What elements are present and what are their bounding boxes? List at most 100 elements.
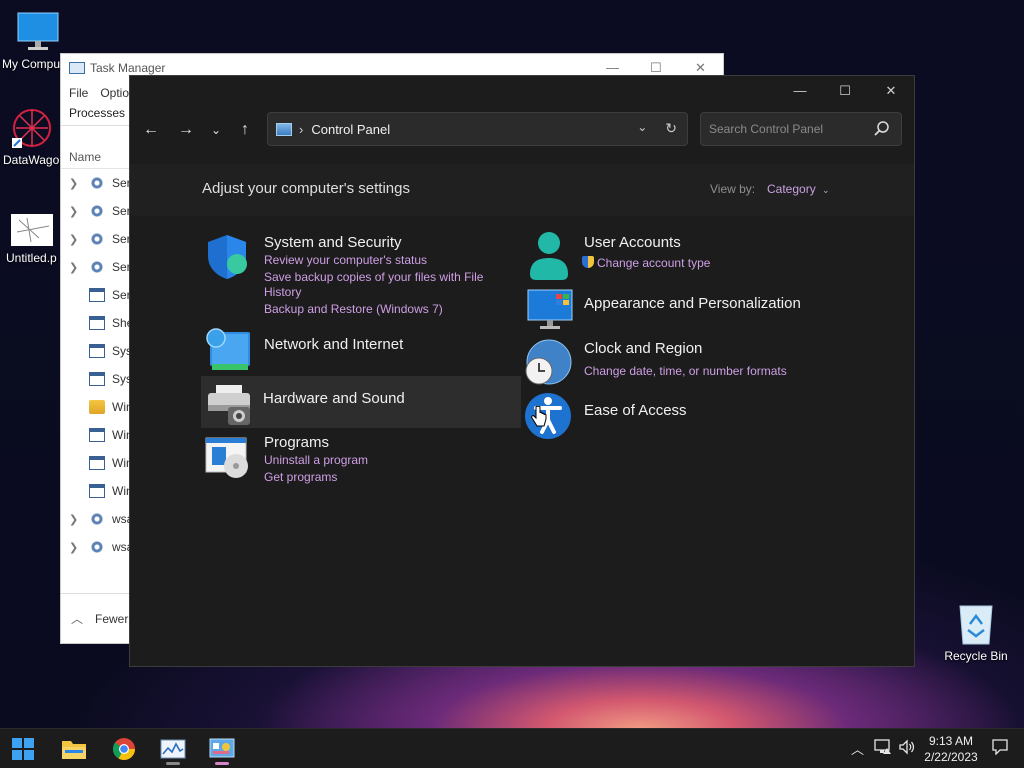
start-button[interactable] bbox=[5, 733, 41, 765]
window-icon bbox=[89, 428, 105, 442]
control-panel-titlebar[interactable]: — ☐ ✕ bbox=[130, 76, 914, 106]
gear-icon bbox=[89, 204, 105, 218]
tab-processes[interactable]: Processes bbox=[69, 106, 125, 120]
search-icon[interactable] bbox=[873, 120, 891, 143]
up-arrow-icon[interactable]: ↑ bbox=[233, 118, 257, 142]
category-title[interactable]: Network and Internet bbox=[264, 336, 403, 353]
clock-date: 2/22/2023 bbox=[924, 750, 978, 764]
category-ease-of-access: Ease of Access bbox=[522, 390, 822, 440]
image-file-icon bbox=[9, 212, 55, 248]
taskbar-control-panel[interactable] bbox=[204, 733, 240, 765]
ease-of-access-icon bbox=[522, 390, 572, 440]
minimize-icon[interactable]: — bbox=[606, 60, 619, 75]
link-backup-restore[interactable]: Backup and Restore (Windows 7) bbox=[264, 302, 443, 317]
link-change-account-type[interactable]: Change account type bbox=[582, 256, 710, 271]
chrome-icon bbox=[112, 738, 135, 760]
printer-icon bbox=[204, 377, 254, 427]
address-bar[interactable]: › Control Panel ⌄ ↻ bbox=[267, 112, 688, 146]
recent-locations-chevron-icon[interactable]: ⌄ bbox=[204, 118, 228, 142]
task-manager-icon bbox=[69, 62, 85, 74]
task-manager-title: Task Manager bbox=[90, 61, 166, 75]
category-title[interactable]: User Accounts bbox=[584, 234, 681, 251]
view-by-value: Category bbox=[767, 182, 816, 196]
chevron-right-icon[interactable]: ❯ bbox=[69, 205, 89, 218]
view-by-dropdown[interactable]: Category ⌄ bbox=[767, 182, 830, 196]
link-uninstall-program[interactable]: Uninstall a program bbox=[264, 453, 368, 468]
network-icon[interactable] bbox=[874, 739, 892, 758]
desktop-icon-untitled[interactable]: Untitled.p bbox=[0, 212, 64, 265]
taskbar-task-manager[interactable] bbox=[155, 733, 191, 765]
link-get-programs[interactable]: Get programs bbox=[264, 470, 337, 485]
search-box[interactable] bbox=[700, 112, 902, 146]
fewer-details-label: Fewer bbox=[95, 611, 129, 626]
maximize-icon[interactable]: ☐ bbox=[827, 80, 863, 102]
category-network-and-internet: Network and Internet bbox=[202, 326, 502, 376]
close-icon[interactable]: ✕ bbox=[873, 80, 909, 102]
taskbar: ︿ 9:13 AM 2/22/2023 bbox=[0, 728, 1024, 768]
personalization-monitor-icon bbox=[526, 288, 576, 338]
desktop-icon-datawagon[interactable]: DataWagon bbox=[0, 106, 66, 167]
breadcrumb-control-panel[interactable]: Control Panel bbox=[311, 122, 390, 137]
category-title[interactable]: Programs bbox=[264, 434, 329, 451]
notification-icon[interactable] bbox=[992, 739, 1008, 758]
navigation-bar: ← → ⌄ ↑ › Control Panel ⌄ ↻ bbox=[130, 112, 914, 148]
link-review-status[interactable]: Review your computer's status bbox=[264, 253, 427, 268]
desktop-icon-label: Untitled.p bbox=[6, 251, 57, 265]
page-title: Adjust your computer's settings bbox=[202, 180, 410, 197]
menu-options[interactable]: Optio bbox=[100, 86, 129, 100]
window-icon bbox=[89, 456, 105, 470]
show-hidden-icons-chevron-icon[interactable]: ︿ bbox=[851, 739, 864, 758]
shield-icon bbox=[202, 232, 252, 282]
desktop-icon-recycle-bin[interactable]: Recycle Bin bbox=[936, 602, 1016, 663]
breadcrumb-separator-icon[interactable]: › bbox=[299, 122, 303, 137]
taskbar-chrome[interactable] bbox=[106, 733, 142, 765]
uac-shield-icon bbox=[582, 256, 594, 268]
control-panel-window[interactable]: — ☐ ✕ ← → ⌄ ↑ › Control Panel ⌄ ↻ Adjust… bbox=[129, 75, 915, 667]
link-save-backup[interactable]: Save backup copies of your files with Fi… bbox=[264, 270, 483, 285]
chevron-right-icon[interactable]: ❯ bbox=[69, 513, 89, 526]
forward-arrow-icon[interactable]: → bbox=[174, 118, 198, 142]
category-title[interactable]: Ease of Access bbox=[584, 402, 687, 419]
control-panel-header: Adjust your computer's settings View by:… bbox=[130, 164, 914, 216]
category-title[interactable]: Appearance and Personalization bbox=[584, 295, 801, 312]
minimize-icon[interactable]: — bbox=[782, 80, 818, 102]
category-system-and-security: System and Security Review your computer… bbox=[202, 232, 502, 322]
network-globe-icon bbox=[202, 326, 252, 376]
category-title[interactable]: System and Security bbox=[264, 234, 402, 251]
back-arrow-icon[interactable]: ← bbox=[139, 118, 163, 142]
chevron-right-icon[interactable]: ❯ bbox=[69, 541, 89, 554]
windows-logo-icon bbox=[12, 738, 34, 760]
taskbar-file-explorer[interactable] bbox=[56, 733, 92, 765]
category-title[interactable]: Hardware and Sound bbox=[263, 390, 405, 407]
chevron-right-icon[interactable]: ❯ bbox=[69, 177, 89, 190]
desktop-icon-label: Recycle Bin bbox=[944, 649, 1008, 663]
link-save-backup-continued[interactable]: History bbox=[264, 285, 301, 300]
category-user-accounts: User Accounts Change account type bbox=[522, 232, 822, 282]
category-title[interactable]: Clock and Region bbox=[584, 340, 702, 357]
folder-icon bbox=[62, 741, 86, 759]
programs-icon bbox=[202, 432, 252, 482]
folder-icon bbox=[89, 400, 105, 414]
gear-icon bbox=[89, 176, 105, 190]
close-icon[interactable]: ✕ bbox=[695, 60, 706, 76]
taskbar-clock[interactable]: 9:13 AM 2/22/2023 bbox=[916, 733, 986, 765]
chevron-down-icon: ⌄ bbox=[822, 185, 830, 195]
menu-file[interactable]: File bbox=[69, 86, 88, 100]
category-hardware-and-sound[interactable]: Hardware and Sound bbox=[201, 376, 521, 428]
address-dropdown-chevron-icon[interactable]: ⌄ bbox=[637, 120, 647, 137]
search-input[interactable] bbox=[701, 113, 861, 145]
category-programs: Programs Uninstall a program Get program… bbox=[202, 432, 502, 487]
window-icon bbox=[89, 484, 105, 498]
link-change-date-formats[interactable]: Change date, time, or number formats bbox=[584, 364, 787, 379]
refresh-icon[interactable]: ↻ bbox=[665, 120, 677, 137]
chevron-up-icon: ︿ bbox=[71, 612, 84, 626]
view-by-label: View by: bbox=[710, 182, 756, 196]
volume-icon[interactable] bbox=[898, 739, 916, 758]
control-panel-icon bbox=[276, 122, 292, 136]
maximize-icon[interactable]: ☐ bbox=[650, 60, 662, 76]
user-icon bbox=[524, 230, 574, 280]
chevron-right-icon[interactable]: ❯ bbox=[69, 233, 89, 246]
window-icon bbox=[89, 288, 105, 302]
chevron-right-icon[interactable]: ❯ bbox=[69, 261, 89, 274]
clock-globe-icon bbox=[522, 338, 572, 388]
